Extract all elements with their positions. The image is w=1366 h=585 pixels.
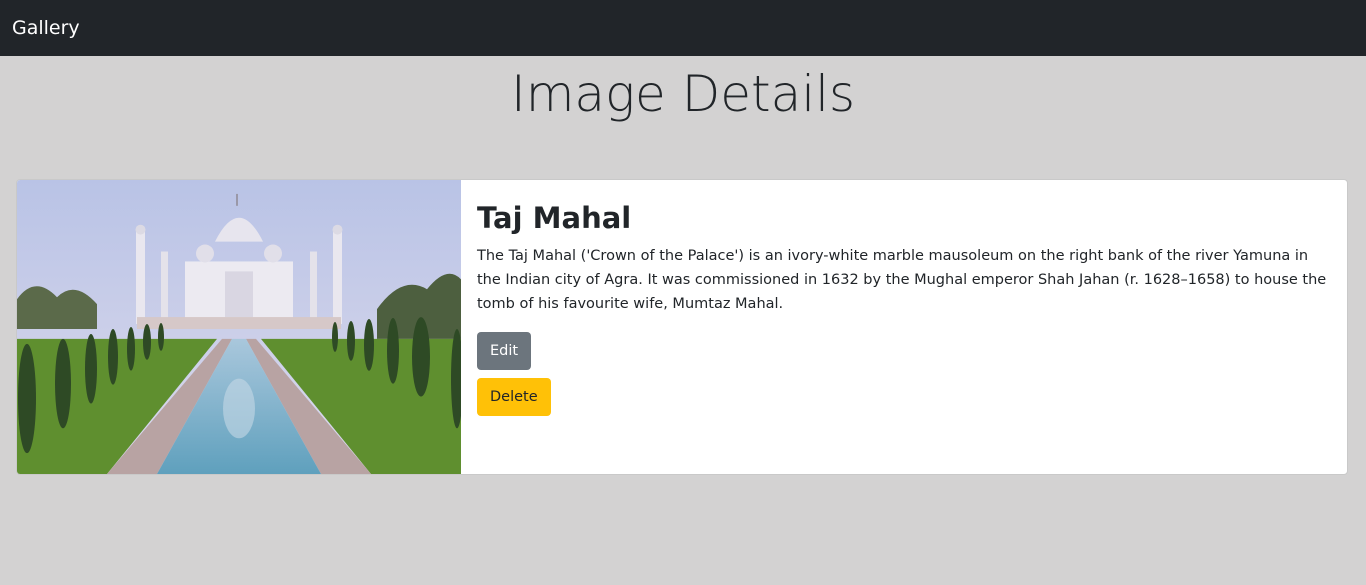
image-description: The Taj Mahal ('Crown of the Palace') is… <box>477 248 1327 312</box>
edit-button[interactable]: Edit <box>477 332 532 370</box>
image-detail-card: Taj Mahal The Taj Mahal ('Crown of the P… <box>16 179 1348 475</box>
taj-mahal-photo <box>17 180 461 474</box>
card-body: Taj Mahal The Taj Mahal ('Crown of the P… <box>461 180 1347 474</box>
navbar-brand-link[interactable]: Gallery <box>12 17 80 39</box>
image-title: Taj Mahal <box>477 201 632 235</box>
navbar: Gallery <box>0 0 1366 56</box>
delete-button[interactable]: Delete <box>477 378 551 416</box>
page-title: Image Details <box>510 65 856 123</box>
